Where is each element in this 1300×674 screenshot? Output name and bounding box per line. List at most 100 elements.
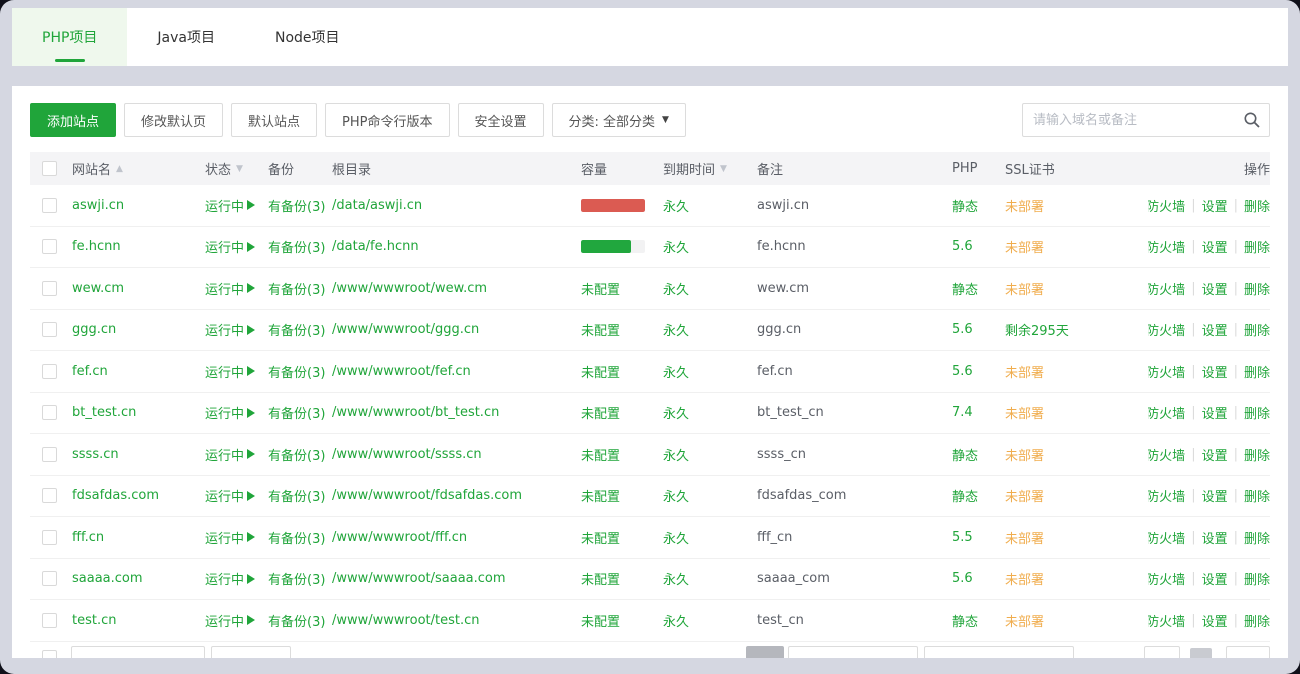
expire-link[interactable]: 永久 [663, 569, 689, 588]
capacity-not-configured-link[interactable]: 未配置 [581, 528, 620, 547]
ssl-status-link[interactable]: 未部署 [1005, 362, 1044, 381]
select-all-footer-checkbox[interactable] [42, 650, 57, 659]
root-path-link[interactable]: /www/wwwroot/fff.cn [332, 530, 467, 545]
backup-link[interactable]: 有备份(3) [268, 569, 325, 588]
running-play-icon[interactable] [247, 283, 255, 293]
root-path-link[interactable]: /data/aswji.cn [332, 198, 422, 213]
root-path-link[interactable]: /www/wwwroot/fdsafdas.com [332, 488, 522, 503]
column-header-备注[interactable]: 备注 [757, 159, 952, 178]
running-play-icon[interactable] [247, 242, 255, 252]
php-version-link[interactable]: 静态 [952, 486, 978, 505]
batch-action-select[interactable] [71, 646, 205, 659]
running-play-icon[interactable] [247, 574, 255, 584]
running-play-icon[interactable] [247, 491, 255, 501]
root-path-link[interactable]: /www/wwwroot/saaaa.com [332, 571, 506, 586]
row-checkbox[interactable] [42, 613, 57, 628]
column-header-操作[interactable]: 操作 [1148, 159, 1270, 178]
capacity-not-configured-link[interactable]: 未配置 [581, 362, 620, 381]
toolbar-button-安全设置[interactable]: 安全设置 [458, 103, 544, 137]
remark-text[interactable]: test_cn [757, 613, 804, 628]
remark-text[interactable]: saaaa_com [757, 571, 830, 586]
capacity-bar[interactable] [581, 240, 645, 253]
row-checkbox[interactable] [42, 198, 57, 213]
capacity-not-configured-link[interactable]: 未配置 [581, 569, 620, 588]
action-设置-link[interactable]: 设置 [1202, 528, 1228, 547]
remark-text[interactable]: fef.cn [757, 364, 793, 379]
row-checkbox[interactable] [42, 530, 57, 545]
action-删除-link[interactable]: 删除 [1244, 196, 1270, 215]
root-path-link[interactable]: /www/wwwroot/fef.cn [332, 364, 471, 379]
action-防火墙-link[interactable]: 防火墙 [1148, 486, 1185, 505]
toolbar-button-修改默认页[interactable]: 修改默认页 [124, 103, 223, 137]
row-checkbox[interactable] [42, 239, 57, 254]
remark-text[interactable]: ssss_cn [757, 447, 806, 462]
capacity-not-configured-link[interactable]: 未配置 [581, 486, 620, 505]
site-name-link[interactable]: fff.cn [72, 530, 104, 545]
running-play-icon[interactable] [247, 408, 255, 418]
ssl-status-link[interactable]: 未部署 [1005, 528, 1044, 547]
capacity-not-configured-link[interactable]: 未配置 [581, 320, 620, 339]
root-path-link[interactable]: /www/wwwroot/test.cn [332, 613, 479, 628]
capacity-not-configured-link[interactable]: 未配置 [581, 403, 620, 422]
tab-Node项目[interactable]: Node项目 [245, 8, 370, 66]
row-checkbox[interactable] [42, 322, 57, 337]
action-设置-link[interactable]: 设置 [1202, 362, 1228, 381]
tab-Java项目[interactable]: Java项目 [127, 8, 245, 66]
pagination-next-button[interactable] [788, 646, 918, 659]
root-path-link[interactable]: /www/wwwroot/wew.cm [332, 281, 487, 296]
sort-desc-icon[interactable]: ▼ [236, 164, 243, 174]
row-checkbox[interactable] [42, 447, 57, 462]
root-path-link[interactable]: /www/wwwroot/ggg.cn [332, 322, 479, 337]
ssl-status-link[interactable]: 未部署 [1005, 403, 1044, 422]
action-设置-link[interactable]: 设置 [1202, 279, 1228, 298]
php-version-link[interactable]: 静态 [952, 279, 978, 298]
expire-link[interactable]: 永久 [663, 362, 689, 381]
capacity-not-configured-link[interactable]: 未配置 [581, 611, 620, 630]
running-play-icon[interactable] [247, 532, 255, 542]
expire-link[interactable]: 永久 [663, 403, 689, 422]
backup-link[interactable]: 有备份(3) [268, 528, 325, 547]
action-设置-link[interactable]: 设置 [1202, 403, 1228, 422]
action-删除-link[interactable]: 删除 [1244, 445, 1270, 464]
ssl-status-link[interactable]: 剩余295天 [1005, 320, 1069, 339]
action-设置-link[interactable]: 设置 [1202, 445, 1228, 464]
pagination-confirm-button[interactable] [1226, 646, 1270, 659]
action-删除-link[interactable]: 删除 [1244, 237, 1270, 256]
php-version-link[interactable]: 5.6 [952, 571, 973, 586]
action-设置-link[interactable]: 设置 [1202, 611, 1228, 630]
site-name-link[interactable]: fef.cn [72, 364, 108, 379]
toolbar-button-PHP命令行版本[interactable]: PHP命令行版本 [325, 103, 449, 137]
php-version-link[interactable]: 5.6 [952, 239, 973, 254]
expire-link[interactable]: 永久 [663, 279, 689, 298]
remark-text[interactable]: wew.cm [757, 281, 809, 296]
search-input[interactable] [1022, 103, 1270, 137]
category-filter-dropdown[interactable]: 分类: 全部分类 ▼ [552, 103, 686, 137]
column-header-到期时间[interactable]: 到期时间▼ [663, 159, 757, 178]
site-name-link[interactable]: fdsafdas.com [72, 488, 159, 503]
ssl-status-link[interactable]: 未部署 [1005, 196, 1044, 215]
sort-asc-icon[interactable]: ▲ [116, 164, 123, 174]
action-设置-link[interactable]: 设置 [1202, 569, 1228, 588]
action-防火墙-link[interactable]: 防火墙 [1148, 237, 1185, 256]
toolbar-button-默认站点[interactable]: 默认站点 [231, 103, 317, 137]
site-name-link[interactable]: wew.cm [72, 281, 124, 296]
remark-text[interactable]: bt_test_cn [757, 405, 824, 420]
action-防火墙-link[interactable]: 防火墙 [1148, 403, 1185, 422]
column-header-网站名[interactable]: 网站名▲ [72, 159, 205, 178]
site-name-link[interactable]: fe.hcnn [72, 239, 121, 254]
action-删除-link[interactable]: 删除 [1244, 320, 1270, 339]
expire-link[interactable]: 永久 [663, 320, 689, 339]
backup-link[interactable]: 有备份(3) [268, 362, 325, 381]
row-checkbox[interactable] [42, 571, 57, 586]
php-version-link[interactable]: 静态 [952, 196, 978, 215]
row-checkbox[interactable] [42, 364, 57, 379]
action-防火墙-link[interactable]: 防火墙 [1148, 362, 1185, 381]
running-play-icon[interactable] [247, 325, 255, 335]
backup-link[interactable]: 有备份(3) [268, 486, 325, 505]
action-防火墙-link[interactable]: 防火墙 [1148, 445, 1185, 464]
root-path-link[interactable]: /www/wwwroot/bt_test.cn [332, 405, 499, 420]
action-防火墙-link[interactable]: 防火墙 [1148, 320, 1185, 339]
action-防火墙-link[interactable]: 防火墙 [1148, 279, 1185, 298]
remark-text[interactable]: fdsafdas_com [757, 488, 846, 503]
column-header-状态[interactable]: 状态▼ [205, 159, 268, 178]
